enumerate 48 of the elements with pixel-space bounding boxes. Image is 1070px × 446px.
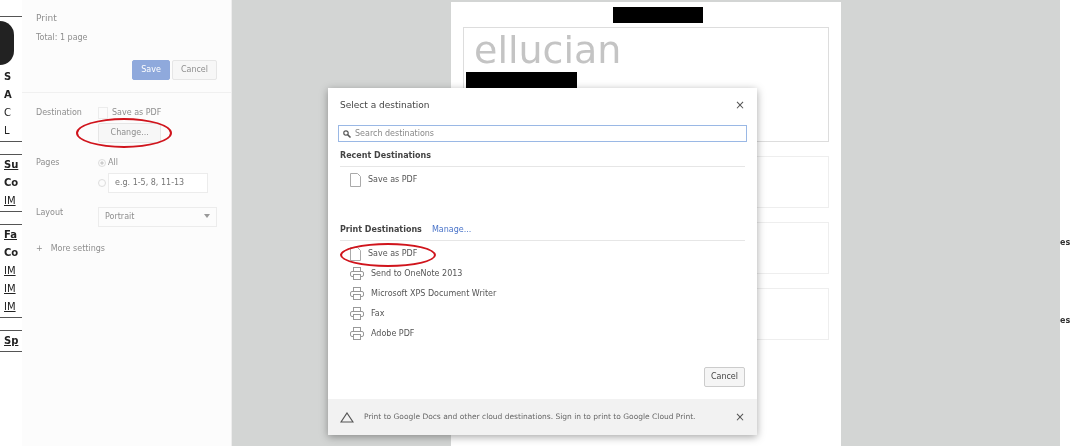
field-label: Co [4, 247, 20, 259]
field-text: L [4, 125, 11, 137]
close-button[interactable]: × [734, 99, 745, 111]
section-heading: Recent Destinations [340, 149, 432, 162]
section-heading: Su [4, 159, 20, 171]
destination-item[interactable]: Save as PDF [328, 169, 757, 190]
plus-icon: + [36, 242, 43, 255]
panel-title: Print [36, 12, 58, 25]
field-text: C [4, 107, 12, 119]
logo-text: ellucian [474, 28, 623, 72]
course-link[interactable]: IM [4, 283, 22, 295]
destination-item[interactable]: Adobe PDF [328, 323, 757, 344]
printer-icon [350, 307, 364, 320]
section-heading: S [4, 71, 13, 83]
course-link[interactable]: IM [4, 301, 22, 313]
destination-item[interactable]: Send to OneNote 2013 [328, 263, 757, 284]
page-count: Total: 1 page [36, 31, 89, 44]
printer-icon [350, 287, 364, 300]
cloud-icon [340, 411, 354, 423]
radio-button[interactable] [98, 158, 106, 167]
section-heading: Print Destinations [340, 223, 422, 236]
course-link[interactable]: IM [4, 195, 22, 207]
page-range-field[interactable]: e.g. 1-5, 8, 11-13 [108, 172, 208, 193]
field-label: Pages [36, 156, 61, 169]
dialog-title: Select a destination [340, 99, 430, 112]
destination-item[interactable]: Microsoft XPS Document Writer [328, 283, 757, 304]
option-label: All [108, 156, 118, 169]
cancel-button[interactable]: Cancel [703, 367, 745, 387]
manage-link[interactable]: Manage... [431, 223, 472, 236]
field-label: Layout [36, 206, 65, 219]
field-label: Co [4, 177, 20, 189]
section-heading: A [4, 89, 13, 101]
section-heading: Sp [4, 335, 20, 347]
field-text: es [1060, 316, 1070, 326]
printer-icon [350, 327, 364, 340]
field-label: Destination [36, 106, 83, 119]
field-text: es [1060, 238, 1070, 248]
search-field[interactable]: Search destinations [338, 124, 747, 142]
section-heading: Fa [4, 229, 18, 241]
document-icon [350, 246, 361, 261]
destination-value: Save as PDF [112, 106, 162, 119]
course-link[interactable]: IM [4, 265, 22, 277]
close-button[interactable]: × [734, 411, 745, 423]
destination-item[interactable]: Save as PDF [328, 243, 757, 264]
caret-icon [204, 214, 210, 218]
document-icon [350, 172, 361, 187]
destination-item[interactable]: Fax [328, 303, 757, 324]
printer-icon [350, 267, 364, 280]
